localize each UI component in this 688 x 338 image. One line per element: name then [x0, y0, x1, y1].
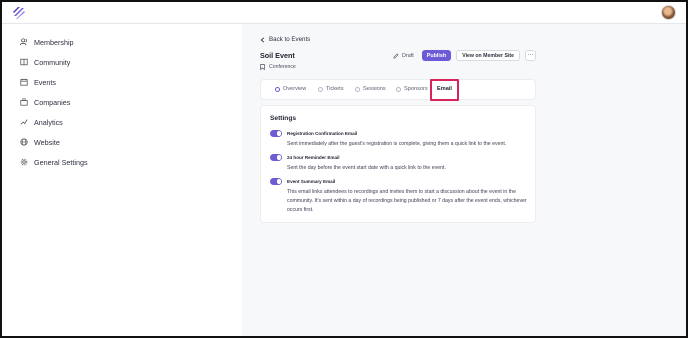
- gear-icon: [20, 158, 28, 166]
- sidebar-item-companies[interactable]: Companies: [20, 95, 70, 109]
- tab-label: Tickets: [326, 86, 344, 92]
- draft-status: Draft: [393, 53, 414, 59]
- app-window: Membership Community Events Companies An…: [0, 0, 688, 338]
- sidebar-item-community[interactable]: Community: [20, 55, 70, 69]
- event-type-label: Conference: [269, 64, 296, 70]
- sidebar-item-label: Events: [34, 77, 56, 87]
- chevron-left-icon: [260, 36, 265, 43]
- sidebar-item-label: Website: [34, 137, 60, 147]
- sidebar-item-membership[interactable]: Membership: [20, 35, 74, 49]
- sidebar-item-website[interactable]: Website: [20, 135, 60, 149]
- setting-description: This email links attendees to recordings…: [287, 189, 527, 213]
- calendar-icon: [20, 78, 28, 86]
- sidebar-item-label: Companies: [34, 97, 71, 107]
- book-icon: [20, 58, 28, 66]
- chart-icon: [20, 119, 28, 125]
- setting-description: Sent immediately after the guest's regis…: [287, 141, 507, 147]
- back-label: Back to Events: [269, 36, 311, 43]
- step-circle-icon: [318, 86, 323, 92]
- step-circle-icon: [396, 86, 401, 92]
- tab-tickets[interactable]: Tickets: [318, 86, 344, 92]
- event-type-badge: Conference: [260, 64, 296, 70]
- setting-name: Registration Confirmation Email: [287, 130, 358, 136]
- tab-label: Sessions: [363, 86, 386, 92]
- event-actions: Draft Publish View on Member Site ···: [393, 50, 536, 61]
- setting-name: 24 hour Reminder Email: [287, 154, 340, 160]
- building-icon: [20, 98, 28, 106]
- back-to-events-link[interactable]: Back to Events: [260, 36, 310, 43]
- tab-label: Sponsors: [404, 86, 428, 92]
- sidebar-item-analytics[interactable]: Analytics: [20, 115, 63, 129]
- globe-icon: [20, 138, 28, 146]
- sidebar-item-label: Analytics: [34, 117, 63, 127]
- bookmark-icon: [260, 64, 265, 70]
- sidebar-item-label: General Settings: [34, 157, 88, 167]
- sidebar-item-events[interactable]: Events: [20, 75, 56, 89]
- app-logo-icon[interactable]: [11, 5, 27, 21]
- section-title: Settings: [270, 115, 297, 122]
- setting-name: Event Summary Email: [287, 178, 336, 184]
- step-done-icon: [275, 86, 280, 92]
- step-circle-icon: [355, 86, 360, 92]
- summary-email-toggle[interactable]: [270, 178, 282, 185]
- more-options-button[interactable]: ···: [525, 50, 536, 61]
- event-tabs: Overview Tickets Sessions Sponsors Email: [260, 79, 536, 100]
- users-icon: [20, 38, 28, 46]
- sidebar-item-label: Membership: [34, 37, 74, 47]
- setting-description: Sent the day before the event start date…: [287, 165, 446, 171]
- sidebar-item-label: Community: [34, 57, 71, 67]
- pencil-icon: [393, 52, 399, 59]
- tab-overview[interactable]: Overview: [275, 86, 306, 92]
- registration-email-toggle[interactable]: [270, 130, 282, 137]
- main-content: Back to Events Soil Event Conference Dra…: [242, 24, 686, 336]
- tab-sessions[interactable]: Sessions: [355, 86, 386, 92]
- status-label: Draft: [402, 52, 414, 59]
- reminder-email-toggle[interactable]: [270, 154, 282, 161]
- sidebar-item-general-settings[interactable]: General Settings: [20, 155, 88, 169]
- email-settings-card: Settings Registration Confirmation Email…: [260, 105, 536, 223]
- tab-label: Overview: [283, 86, 307, 92]
- email-tab-highlight: [430, 79, 459, 101]
- tab-sponsors[interactable]: Sponsors: [396, 86, 428, 92]
- top-bar: [2, 2, 686, 24]
- page-title: Soil Event: [260, 51, 295, 60]
- sidebar: Membership Community Events Companies An…: [2, 24, 242, 336]
- user-avatar[interactable]: [661, 5, 676, 20]
- publish-button[interactable]: Publish: [421, 50, 452, 61]
- view-on-member-site-button[interactable]: View on Member Site: [456, 50, 520, 61]
